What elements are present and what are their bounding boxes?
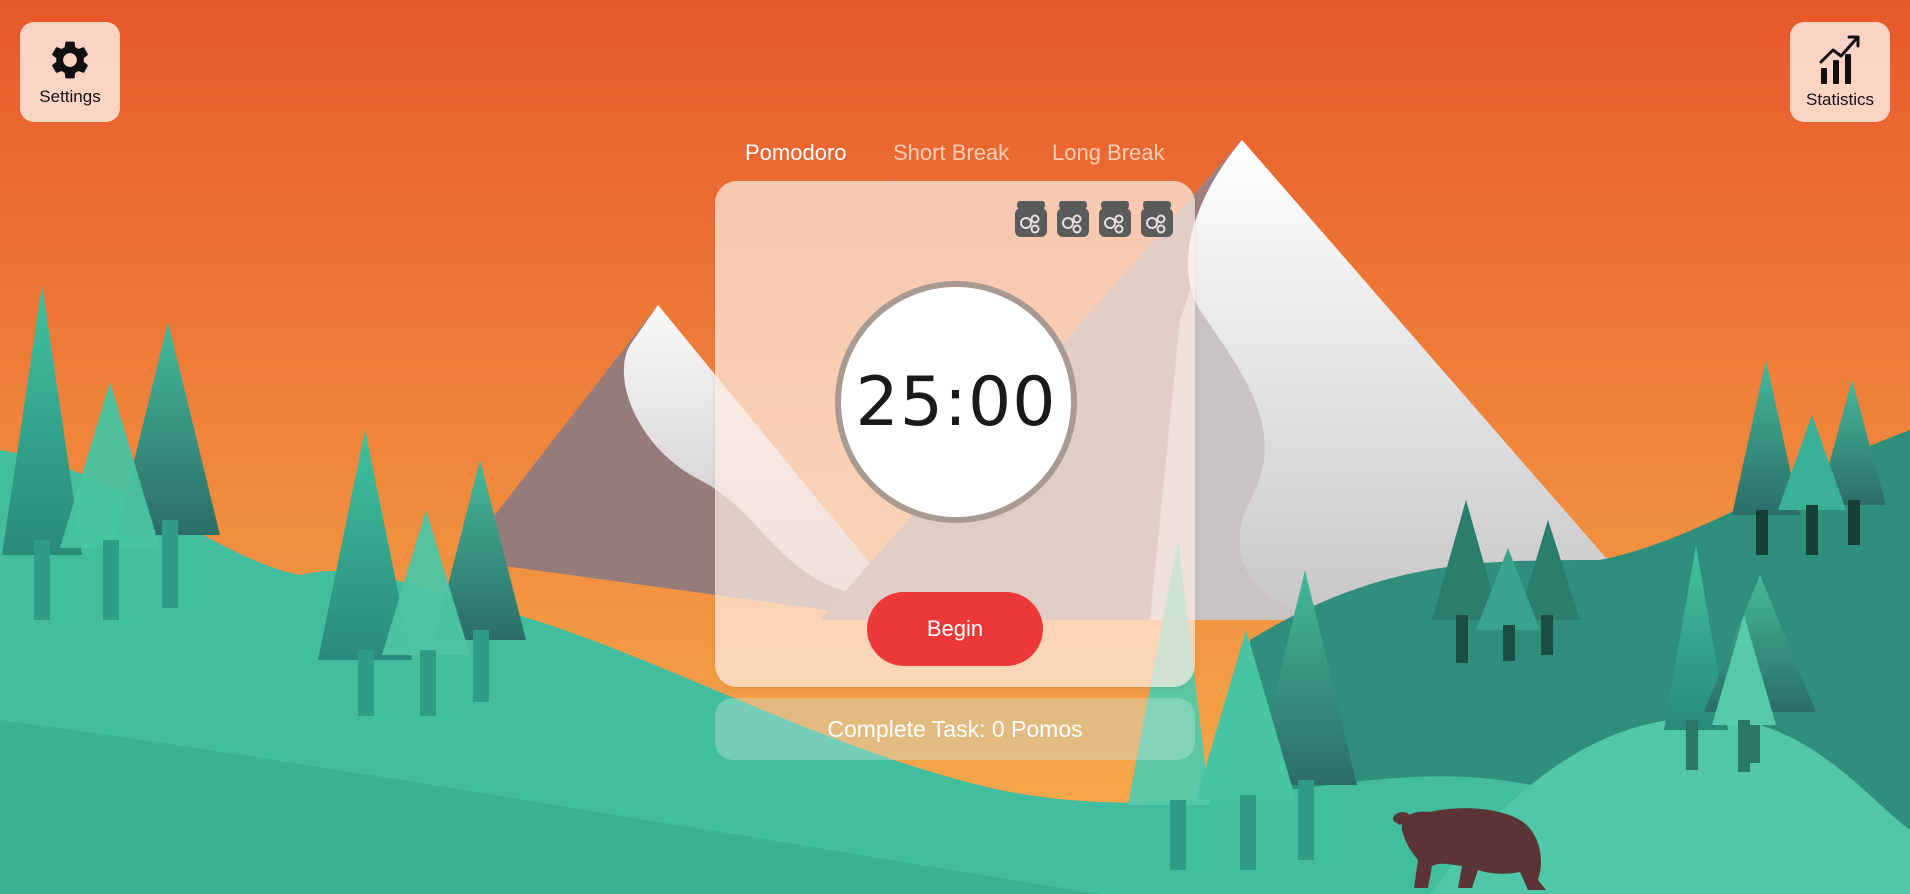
- honey-jar-icon: [1057, 201, 1089, 237]
- begin-button[interactable]: Begin: [867, 592, 1043, 666]
- statistics-button[interactable]: Statistics: [1790, 22, 1890, 122]
- honey-jar-icon: [1099, 201, 1131, 237]
- gear-icon: [52, 41, 88, 79]
- tab-pomodoro[interactable]: Pomodoro: [745, 140, 847, 166]
- honey-jar-icon: [1015, 201, 1047, 237]
- task-label: Complete Task: 0 Pomos: [827, 715, 1083, 742]
- mode-tabs: Pomodoro Short Break Long Break: [0, 140, 1910, 174]
- settings-button[interactable]: Settings: [20, 22, 120, 122]
- settings-label: Settings: [39, 87, 101, 106]
- current-task-bar[interactable]: Complete Task: 0 Pomos: [715, 698, 1195, 760]
- timer-display: 25:00: [855, 362, 1057, 442]
- timer-card: 25:00 Begin: [715, 181, 1195, 687]
- honey-jar-icon: [1141, 201, 1173, 237]
- chart-trend-icon: [1819, 35, 1860, 84]
- tab-long-break[interactable]: Long Break: [1052, 140, 1165, 166]
- timer-circle: 25:00: [835, 281, 1077, 523]
- statistics-label: Statistics: [1805, 90, 1875, 109]
- pomodoro-jars: [1013, 199, 1175, 239]
- tab-short-break[interactable]: Short Break: [893, 140, 1009, 166]
